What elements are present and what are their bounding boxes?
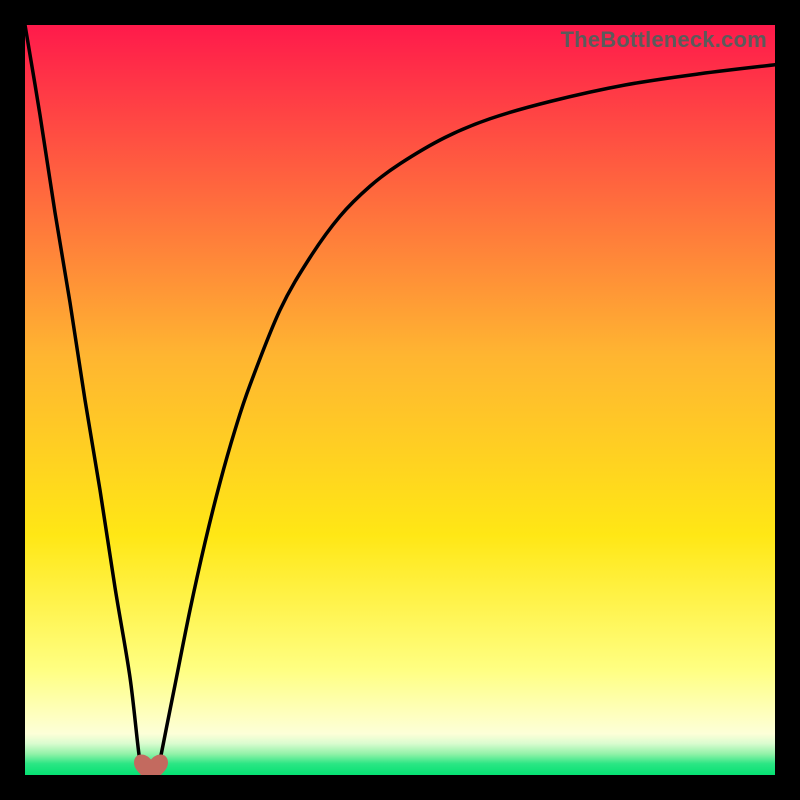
heart-icon bbox=[134, 754, 168, 775]
chart-frame: TheBottleneck.com bbox=[25, 25, 775, 775]
optimum-marker bbox=[25, 25, 775, 775]
plot-area: TheBottleneck.com bbox=[25, 25, 775, 775]
watermark-text: TheBottleneck.com bbox=[561, 27, 767, 53]
